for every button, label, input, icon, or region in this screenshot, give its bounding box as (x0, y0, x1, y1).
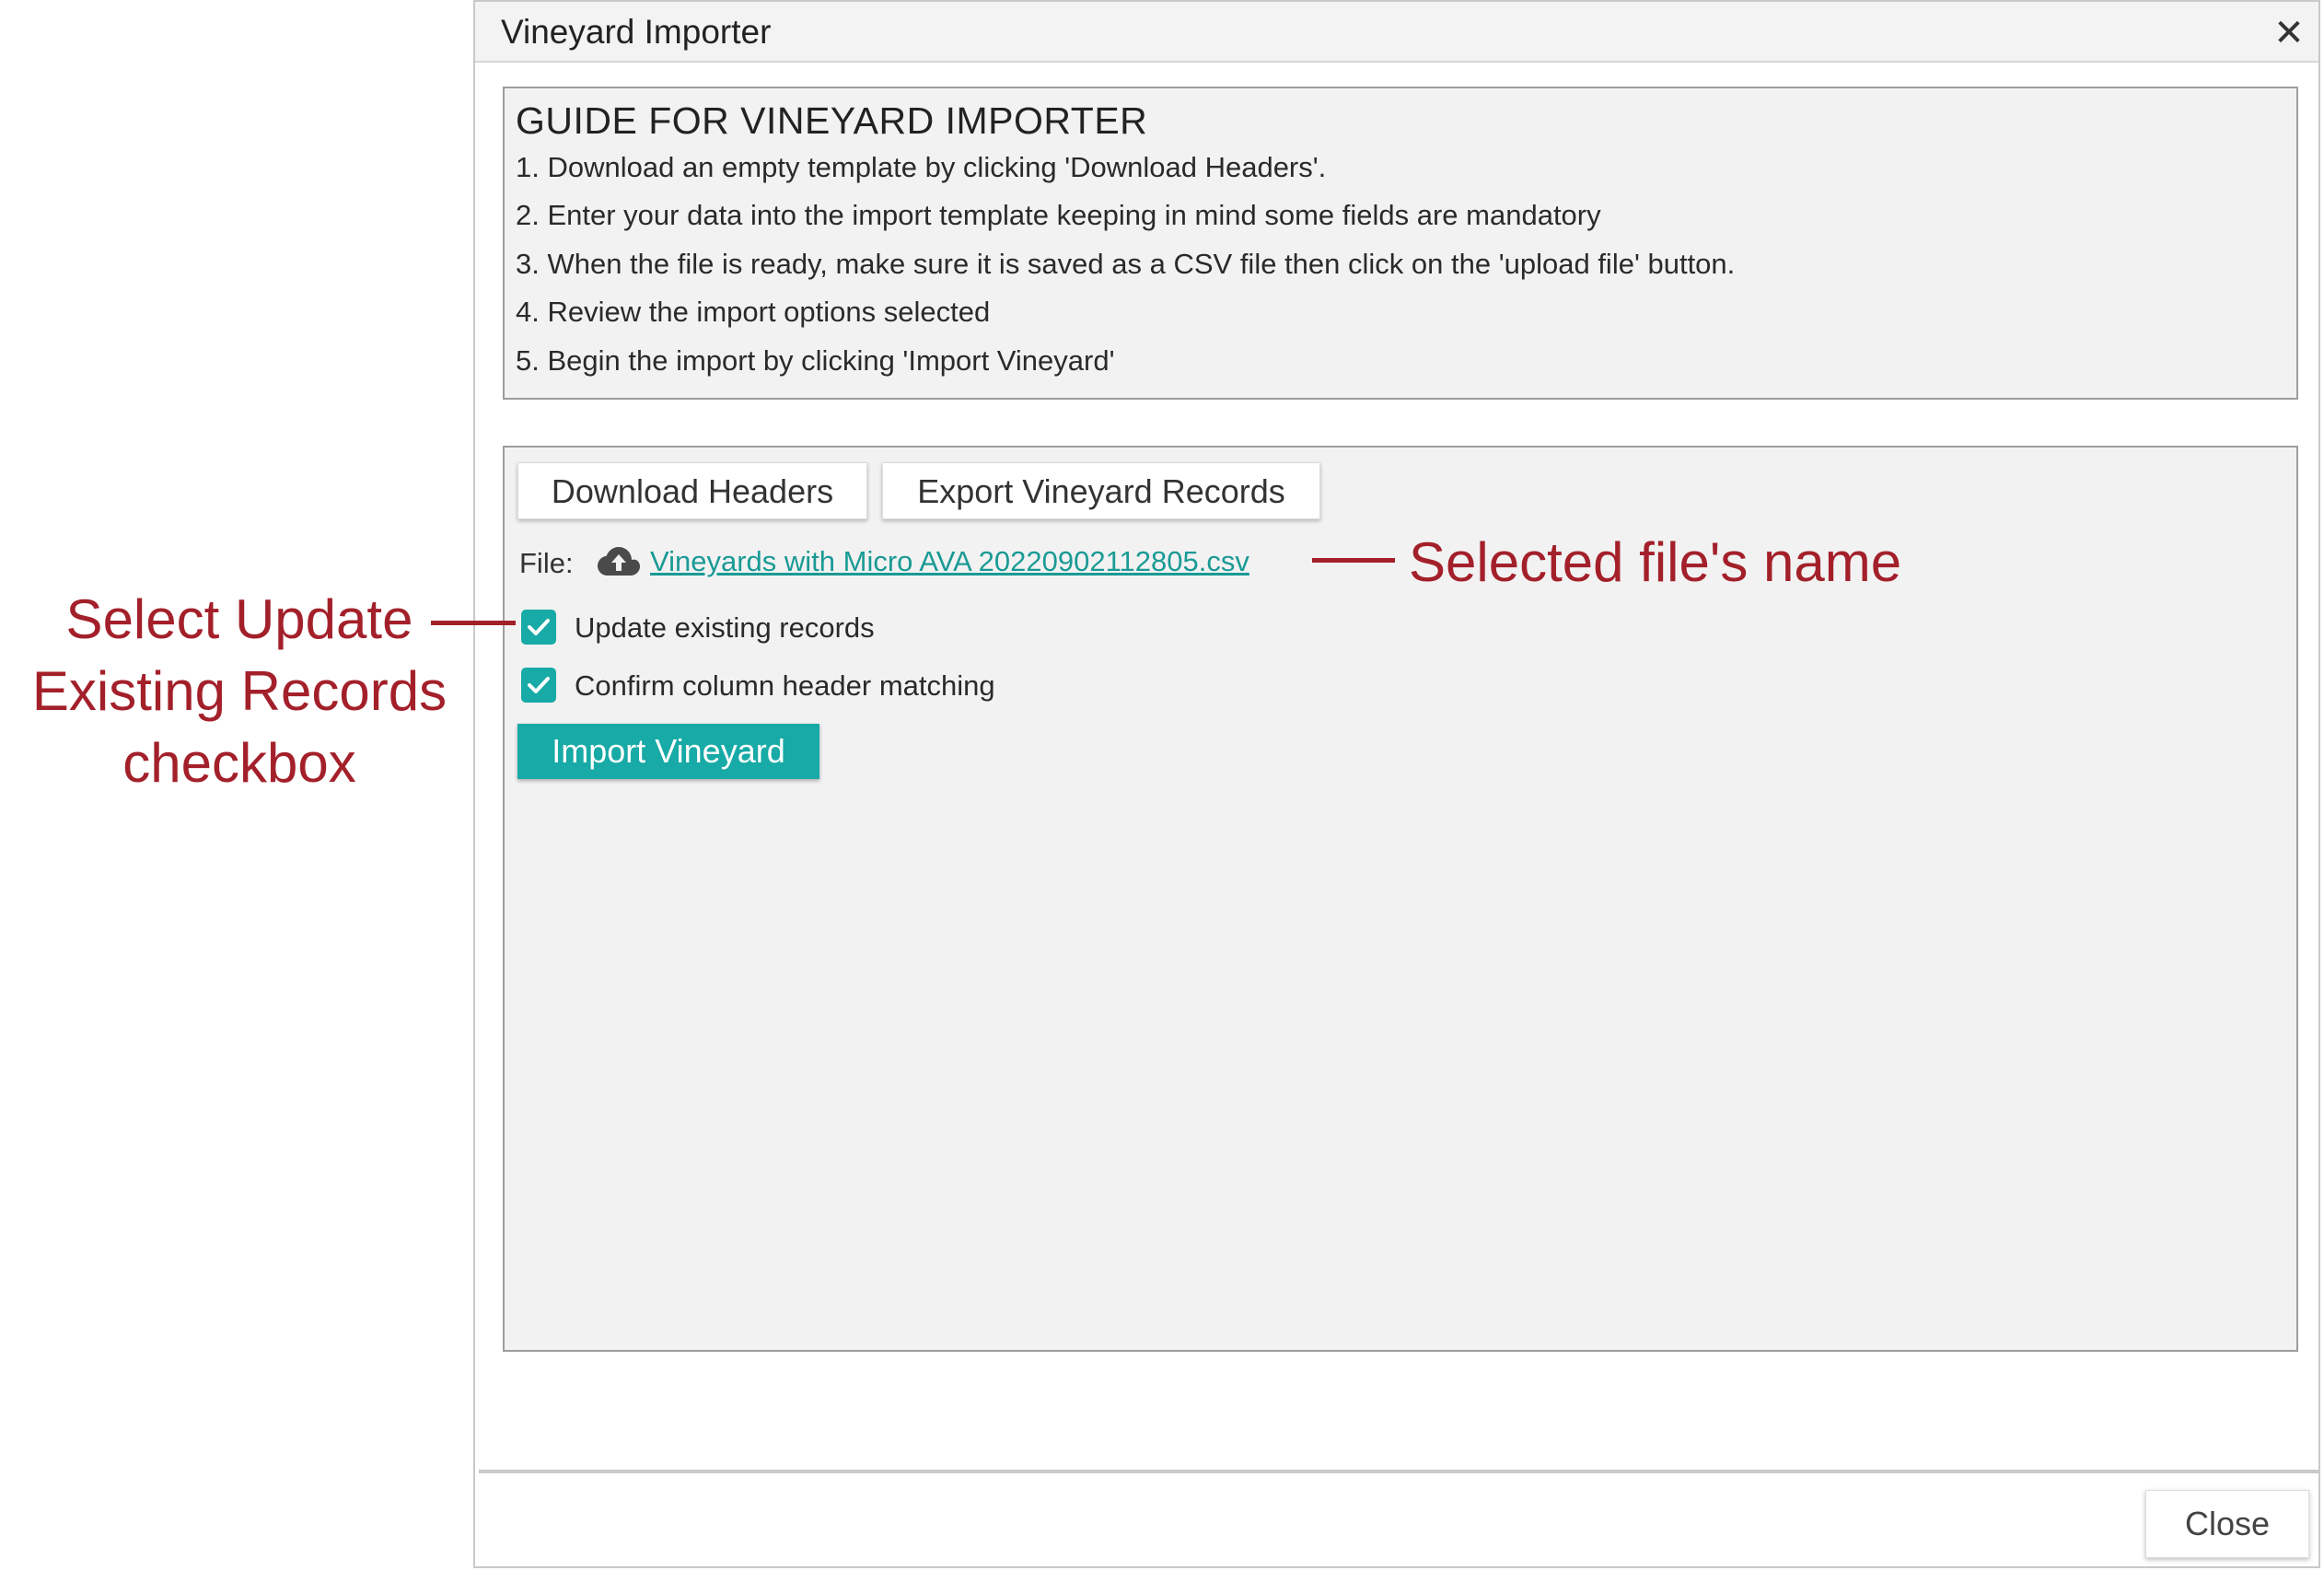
guide-box: GUIDE FOR VINEYARD IMPORTER 1. Download … (503, 87, 2298, 400)
screenshot-stage: Vineyard Importer ✕ GUIDE FOR VINEYARD I… (0, 0, 2324, 1570)
annotation-file-name: Selected file's name (1409, 531, 1902, 593)
import-panel: Download Headers Export Vineyard Records… (503, 446, 2298, 1352)
guide-step-5: 5. Begin the import by clicking 'Import … (516, 344, 1115, 377)
dialog-title: Vineyard Importer (501, 13, 772, 51)
guide-step-2: 2. Enter your data into the import templ… (516, 199, 1601, 231)
annotation-update-checkbox: Select Update Existing Records checkbox (9, 584, 470, 799)
close-button[interactable]: Close (2145, 1490, 2309, 1558)
vineyard-importer-dialog: Vineyard Importer ✕ GUIDE FOR VINEYARD I… (473, 0, 2320, 1568)
close-icon[interactable]: ✕ (2271, 15, 2307, 52)
annotation-right-connector (1312, 558, 1395, 563)
selected-file-link[interactable]: Vineyards with Micro AVA 20220902112805.… (650, 545, 1249, 578)
guide-step-1: 1. Download an empty template by clickin… (516, 151, 1327, 183)
guide-title: GUIDE FOR VINEYARD IMPORTER (516, 99, 1148, 142)
import-vineyard-button[interactable]: Import Vineyard (517, 724, 819, 779)
annotation-left-line-3: checkbox (122, 732, 356, 794)
confirm-header-checkbox[interactable] (521, 668, 556, 703)
confirm-header-label: Confirm column header matching (575, 669, 995, 702)
dialog-titlebar: Vineyard Importer ✕ (475, 2, 2318, 63)
guide-step-3: 3. When the file is ready, make sure it … (516, 248, 1736, 280)
update-existing-label: Update existing records (575, 611, 875, 644)
guide-step-4: 4. Review the import options selected (516, 296, 991, 328)
annotation-left-connector (431, 621, 516, 625)
file-label: File: (519, 547, 574, 579)
download-headers-button[interactable]: Download Headers (517, 462, 867, 519)
export-vineyard-records-button[interactable]: Export Vineyard Records (882, 462, 1320, 519)
cloud-upload-icon[interactable] (597, 543, 641, 580)
annotation-left-line-2: Existing Records (31, 660, 447, 722)
annotation-left-line-1: Select Update (65, 588, 413, 650)
update-existing-checkbox[interactable] (521, 610, 556, 645)
footer-divider (479, 1470, 2318, 1473)
